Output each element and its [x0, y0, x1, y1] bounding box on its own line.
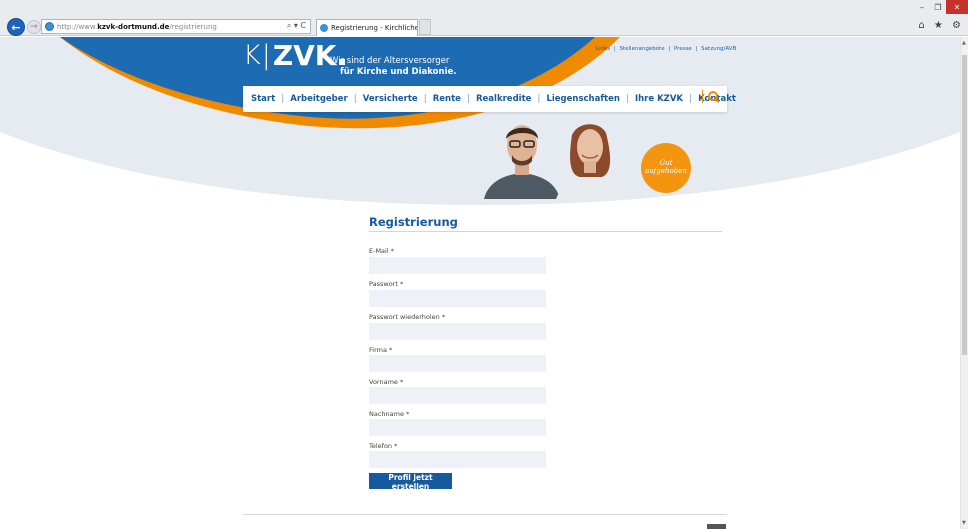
nav-separator: | — [689, 94, 693, 104]
site-favicon-icon — [45, 22, 54, 31]
tagline-line-2: für Kirche und Diakonie. — [340, 67, 457, 77]
util-separator: | — [695, 46, 698, 52]
page-viewport: K | ZVK Wir sind der Altersversorger für… — [0, 37, 960, 529]
util-link-satzung[interactable]: Satzung/AVB — [701, 46, 736, 52]
tab-title: Registrierung - Kirchliche Z... — [331, 24, 418, 32]
footer-divider — [243, 514, 727, 515]
badge-line-1: Gut — [659, 159, 673, 167]
browser-tab[interactable]: Registrierung - Kirchliche Z... × — [316, 19, 418, 36]
maximize-icon[interactable]: ❐ — [930, 0, 946, 14]
nav-item-versicherte[interactable]: Versicherte — [363, 94, 418, 104]
nav-item-realkredite[interactable]: Realkredite — [476, 94, 531, 104]
scroll-down-icon[interactable]: ▼ — [962, 520, 966, 526]
last-name-label: Nachname * — [369, 410, 410, 418]
minimize-icon[interactable]: – — [914, 0, 930, 14]
nav-separator: | — [537, 94, 541, 104]
home-favorites-settings-icons[interactable]: ⌂ ★ ⚙ — [918, 20, 964, 31]
nav-item-liegenschaften[interactable]: Liegenschaften — [546, 94, 619, 104]
nav-item-rente[interactable]: Rente — [433, 94, 461, 104]
tagline: Wir sind der Altersversorger für Kirche … — [330, 56, 456, 78]
create-profile-button[interactable]: Profil jetzt erstellen — [369, 473, 452, 491]
util-link-presse[interactable]: Presse — [674, 46, 692, 52]
tagline-line-1: Wir sind der Altersversorger — [330, 56, 450, 66]
search-icon[interactable] — [708, 91, 719, 102]
password-field[interactable] — [369, 290, 546, 307]
nav-separator: | — [281, 94, 285, 104]
footer-element — [707, 524, 726, 529]
phone-label: Telefon * — [369, 442, 398, 450]
url-host: kzvk-dortmund.de — [97, 22, 170, 31]
window-controls: – ❐ ✕ — [914, 0, 968, 14]
nav-item-arbeitgeber[interactable]: Arbeitgeber — [290, 94, 348, 104]
hero-background — [0, 37, 960, 207]
logo-zvk: ZVK — [272, 39, 337, 72]
search-divider — [702, 90, 703, 103]
forward-arrow-icon[interactable]: → — [27, 20, 41, 34]
nav-item-start[interactable]: Start — [251, 94, 275, 104]
password-label: Passwort * — [369, 280, 404, 288]
logo-bar: | — [261, 40, 271, 71]
title-divider — [369, 231, 722, 232]
nav-separator: | — [353, 94, 357, 104]
nav-separator: | — [423, 94, 427, 104]
util-link-stellenangebote[interactable]: Stellenangebote — [620, 46, 665, 52]
password-repeat-field[interactable] — [369, 323, 546, 340]
email-field[interactable] — [369, 257, 546, 274]
page-title: Registrierung — [369, 215, 458, 229]
people-photo — [484, 124, 624, 199]
email-label: E-Mail * — [369, 247, 394, 255]
logo-k: K — [243, 40, 261, 71]
scroll-up-icon[interactable]: ▲ — [962, 40, 966, 46]
utility-links: Links | Stellenangebote | Presse | Satzu… — [596, 46, 736, 52]
nav-separator: | — [625, 94, 629, 104]
nav-search-button[interactable] — [702, 90, 719, 103]
badge-line-2: aufgehoben — [645, 167, 687, 175]
address-tools-icon[interactable]: ⌕ ▾ C — [287, 21, 306, 31]
first-name-label: Vorname * — [369, 378, 404, 386]
url-path: /registrierung — [169, 22, 217, 31]
nav-item-ihre-kzvk[interactable]: Ihre KZVK — [635, 94, 683, 104]
window-close-icon[interactable]: ✕ — [946, 0, 968, 14]
browser-chrome: ← → http://www. kzvk-dortmund.de/registri… — [0, 0, 968, 36]
company-field[interactable] — [369, 355, 546, 372]
phone-field[interactable] — [369, 451, 546, 468]
main-navigation: Start | Arbeitgeber | Versicherte | Rent… — [243, 86, 736, 112]
util-separator: | — [613, 46, 616, 52]
url-prefix: http://www. — [57, 22, 98, 31]
password-repeat-label: Passwort wiederholen * — [369, 313, 446, 321]
address-bar[interactable]: http://www. kzvk-dortmund.de/registrierun… — [41, 19, 311, 34]
scrollbar-thumb[interactable] — [962, 55, 967, 355]
tab-favicon-icon — [320, 24, 328, 32]
nav-separator: | — [466, 94, 470, 104]
company-label: Firma * — [369, 346, 393, 354]
last-name-field[interactable] — [369, 419, 546, 436]
gut-aufgehoben-badge: Gut aufgehoben — [641, 143, 691, 193]
vertical-scrollbar[interactable]: ▲ ▼ — [960, 37, 968, 529]
util-separator: | — [668, 46, 671, 52]
back-arrow-icon[interactable]: ← — [7, 18, 25, 36]
first-name-field[interactable] — [369, 387, 546, 404]
new-tab-button[interactable] — [419, 19, 431, 35]
util-link-links[interactable]: Links — [596, 46, 610, 52]
